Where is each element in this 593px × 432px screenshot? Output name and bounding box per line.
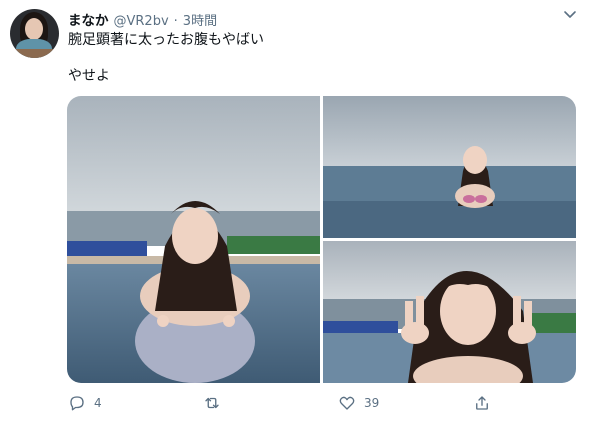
tweet-header: まなか @VR2bv · 3時間 bbox=[68, 9, 217, 29]
like-button[interactable]: 39 bbox=[338, 392, 379, 414]
action-bar: 4 39 bbox=[68, 392, 508, 414]
reply-icon bbox=[70, 396, 84, 411]
user-handle[interactable]: @VR2bv bbox=[114, 14, 169, 29]
retweet-button[interactable] bbox=[203, 392, 229, 414]
tweet-text: 腕足顕著に太ったお腹もやばい bbox=[68, 32, 264, 48]
share-icon bbox=[476, 396, 488, 410]
heart-icon bbox=[339, 396, 355, 410]
separator-dot: · bbox=[173, 14, 178, 29]
share-button[interactable] bbox=[473, 392, 499, 414]
retweet-icon bbox=[205, 397, 219, 409]
photo-infinity-pool[interactable] bbox=[323, 96, 576, 238]
avatar[interactable] bbox=[10, 9, 59, 58]
media-grid bbox=[67, 96, 576, 383]
avatar-table bbox=[10, 49, 59, 58]
avatar-face bbox=[25, 18, 43, 40]
photo-pool-woman[interactable] bbox=[67, 96, 320, 383]
reply-button[interactable]: 4 bbox=[68, 392, 102, 414]
chevron-down-icon[interactable] bbox=[562, 8, 578, 22]
photo-peace-sign[interactable] bbox=[323, 241, 576, 383]
like-count: 39 bbox=[364, 396, 380, 410]
reply-count: 4 bbox=[94, 396, 102, 410]
display-name[interactable]: まなか bbox=[68, 9, 109, 29]
tweet-text-line2: やせよ bbox=[68, 68, 110, 84]
timestamp[interactable]: 3時間 bbox=[183, 10, 217, 29]
